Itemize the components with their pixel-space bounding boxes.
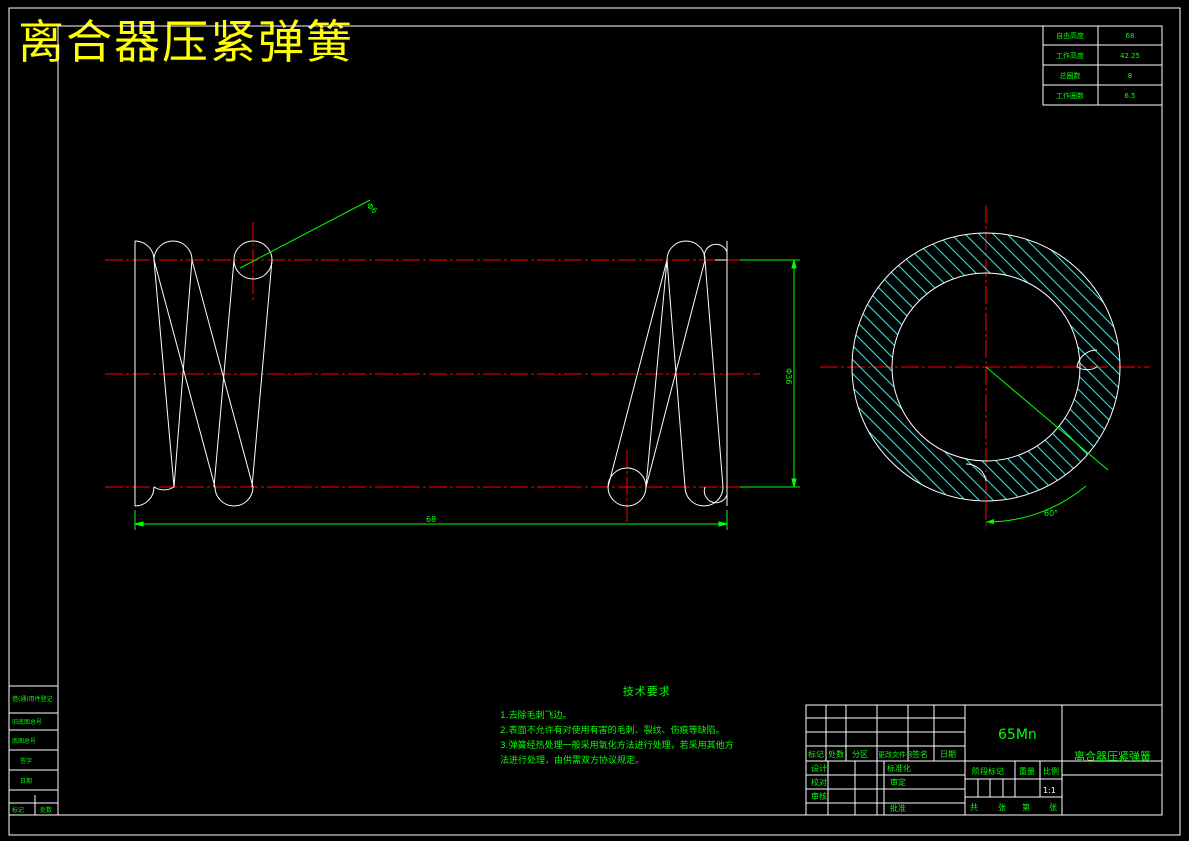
coil-diameter-label: Φ36 bbox=[784, 368, 793, 384]
front-dimension-labels: Φ6 68 Φ36 bbox=[365, 201, 793, 524]
tb-std: 标准化 bbox=[887, 763, 911, 773]
wire-diameter-label: Φ6 bbox=[365, 201, 379, 215]
hatch-line bbox=[852, 233, 861, 501]
tb-stage: 阶段标记 bbox=[972, 766, 1004, 776]
end-angle-label: 60° bbox=[1044, 509, 1058, 518]
centerlines bbox=[105, 205, 1150, 530]
tb-header: 日期 bbox=[940, 750, 956, 759]
tech-item: 1.去除毛刺飞边。 bbox=[500, 711, 572, 721]
tb-header: 签名 bbox=[912, 749, 928, 759]
param-label: 工作高度 bbox=[1056, 51, 1084, 60]
tb-scale: 1:1 bbox=[1043, 786, 1056, 795]
param-value: 42.25 bbox=[1120, 52, 1140, 60]
param-label: 自由高度 bbox=[1056, 31, 1084, 40]
param-value: 68 bbox=[1126, 32, 1135, 40]
tb-sheet: 共 bbox=[970, 803, 978, 812]
tech-requirements: 技术要求 1.去除毛刺飞边。 2.表面不允许有对使用有害的毛刺、裂纹、伤痕等缺陷… bbox=[500, 684, 734, 769]
side-label: 日期 bbox=[20, 777, 32, 785]
front-dimensions bbox=[134, 199, 800, 530]
free-length-label: 68 bbox=[426, 515, 436, 524]
tech-heading: 技术要求 bbox=[622, 685, 671, 698]
tech-item: 2.表面不允许有对使用有害的毛刺、裂纹、伤痕等缺陷。 bbox=[500, 726, 725, 736]
tb-sheet: 张 bbox=[998, 803, 1006, 812]
tb-header: 更改文件号 bbox=[878, 750, 913, 759]
tb-role: 校对 bbox=[811, 777, 827, 787]
tb-role: 审核 bbox=[811, 791, 827, 801]
hatch-line bbox=[852, 233, 889, 501]
tb-approve: 批准 bbox=[890, 803, 906, 813]
param-value: 6.5 bbox=[1124, 92, 1135, 100]
tb-role: 设计 bbox=[811, 763, 827, 773]
side-label: 借(通)用件登记 bbox=[12, 695, 53, 703]
side-column bbox=[8, 685, 59, 816]
param-label: 工作圈数 bbox=[1056, 91, 1084, 100]
tb-weight: 重量 bbox=[1019, 766, 1035, 776]
tb-sheet: 第 bbox=[1022, 802, 1030, 812]
side-label: 底图总号 bbox=[12, 737, 36, 745]
param-value: 8 bbox=[1128, 72, 1132, 80]
spring-end-view bbox=[851, 232, 1121, 524]
param-label: 总圈数 bbox=[1060, 71, 1081, 80]
tb-sheet: 张 bbox=[1049, 803, 1057, 812]
side-label: 旧底图总号 bbox=[12, 718, 42, 726]
tb-scale-label: 比例 bbox=[1043, 766, 1059, 776]
side-label: 签字 bbox=[20, 757, 32, 765]
tb-header: 处数 bbox=[828, 749, 844, 759]
tech-item: 法进行处理，由供需双方协议规定。 bbox=[500, 756, 645, 766]
tech-item: 3.弹簧经热处理一般采用氧化方法进行处理，若采用其他方 bbox=[500, 741, 734, 751]
material-label: 65Mn bbox=[998, 727, 1037, 743]
tb-header: 标记 bbox=[808, 749, 824, 759]
side-label: 标记 bbox=[12, 806, 24, 814]
tb-review: 审定 bbox=[890, 777, 906, 787]
tb-header: 分区 bbox=[852, 750, 868, 759]
side-label: 处数 bbox=[40, 806, 52, 814]
part-name-label: 离合器压紧弹簧 bbox=[1074, 749, 1151, 763]
